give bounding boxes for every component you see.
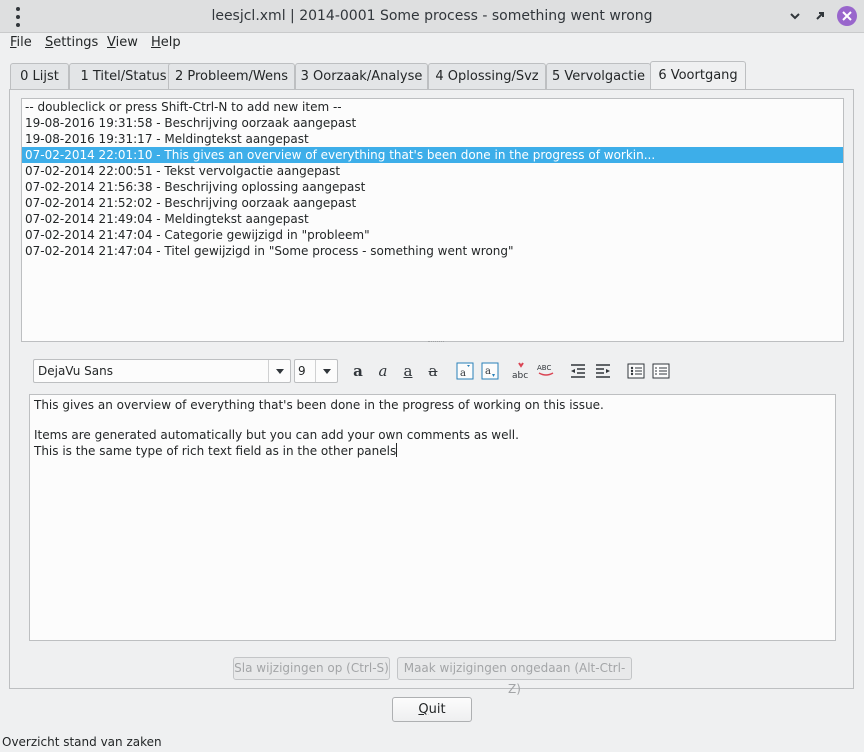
list-item-selected[interactable]: 07-02-2014 22:01:10 - This gives an over… — [22, 147, 843, 163]
uppercase-icon[interactable]: ABC — [535, 360, 557, 382]
strikethrough-icon[interactable]: a — [422, 360, 444, 382]
undo-changes-button[interactable]: Maak wijzigingen ongedaan (Alt-Ctrl-Z) — [397, 657, 632, 696]
save-changes-button[interactable]: Sla wijzigingen op (Ctrl-S) — [233, 657, 390, 680]
window-title: leesjcl.xml | 2014-0001 Some process - s… — [211, 8, 653, 24]
bullet-list-icon[interactable] — [625, 360, 647, 382]
list-item[interactable]: 07-02-2014 21:47:04 - Titel gewijzigd in… — [22, 243, 843, 259]
close-icon[interactable] — [837, 6, 857, 26]
italic-icon[interactable]: a — [372, 360, 394, 382]
underline-icon[interactable]: a — [397, 360, 419, 382]
title-bar: leesjcl.xml | 2014-0001 Some process - s… — [0, 0, 864, 33]
rich-text-editor[interactable]: This gives an overview of everything tha… — [29, 394, 836, 641]
bold-icon[interactable]: a — [347, 360, 369, 382]
editor-line: Items are generated automatically but yo… — [34, 428, 519, 442]
editor-line-last: This is the same type of rich text field… — [34, 443, 398, 458]
restore-icon[interactable] — [812, 8, 828, 24]
spellcheck-icon[interactable]: abc — [510, 360, 532, 382]
svg-text:a: a — [460, 368, 466, 379]
font-family-select[interactable]: DejaVu Sans — [33, 359, 291, 383]
progress-list[interactable]: -- doubleclick or press Shift-Ctrl-N to … — [21, 98, 844, 342]
tab-vervolgactie[interactable]: 5 Vervolgactie — [546, 63, 651, 90]
text-caret — [396, 443, 398, 457]
minimize-icon[interactable] — [787, 8, 803, 24]
status-bar-text: Overzicht stand van zaken — [2, 735, 162, 749]
list-item[interactable]: 19-08-2016 19:31:17 - Meldingtekst aange… — [22, 131, 843, 147]
list-item[interactable]: 19-08-2016 19:31:58 - Beschrijving oorza… — [22, 115, 843, 131]
tab-probleem-wens[interactable]: 2 Probleem/Wens — [168, 63, 295, 90]
font-size-value: 9 — [298, 364, 306, 378]
voortgang-panel: -- doubleclick or press Shift-Ctrl-N to … — [9, 89, 854, 696]
editor-line: This gives an overview of everything tha… — [34, 398, 604, 412]
menu-settings[interactable]: Settings — [45, 35, 98, 50]
chevron-down-icon[interactable] — [315, 360, 337, 382]
chevron-down-icon[interactable] — [268, 360, 290, 382]
menu-file[interactable]: File — [10, 35, 32, 50]
svg-text:abc: abc — [512, 371, 528, 381]
list-item[interactable]: 07-02-2014 21:56:38 - Beschrijving oplos… — [22, 179, 843, 195]
list-item[interactable]: -- doubleclick or press Shift-Ctrl-N to … — [22, 99, 843, 115]
editor-line — [34, 413, 831, 428]
numbered-list-icon[interactable] — [650, 360, 672, 382]
font-size-select[interactable]: 9 — [294, 359, 338, 383]
menu-bar: File Settings View Help — [0, 33, 864, 53]
list-item[interactable]: 07-02-2014 21:49:04 - Meldingtekst aange… — [22, 211, 843, 227]
indent-more-icon[interactable] — [592, 360, 614, 382]
svg-text:ABC: ABC — [537, 364, 551, 372]
menu-help[interactable]: Help — [151, 35, 181, 50]
tab-voortgang[interactable]: 6 Voortgang — [650, 61, 746, 90]
tab-oorzaak-analyse[interactable]: 3 Oorzaak/Analyse — [295, 63, 428, 90]
subscript-icon[interactable]: a — [479, 360, 501, 382]
indent-less-icon[interactable] — [567, 360, 589, 382]
svg-text:a: a — [485, 366, 491, 377]
list-item[interactable]: 07-02-2014 21:52:02 - Beschrijving oorza… — [22, 195, 843, 211]
list-item[interactable]: 07-02-2014 22:00:51 - Tekst vervolgactie… — [22, 163, 843, 179]
superscript-icon[interactable]: a — [454, 360, 476, 382]
tab-oplossing-svz[interactable]: 4 Oplossing/Svz — [428, 63, 546, 90]
tab-lijst[interactable]: 0 Lijst — [10, 63, 69, 90]
menu-view[interactable]: View — [107, 35, 138, 50]
font-family-value: DejaVu Sans — [38, 364, 113, 378]
tab-titel-status[interactable]: 1 Titel/Status — [69, 63, 178, 90]
quit-button[interactable]: Quit — [392, 697, 472, 722]
format-toolbar: DejaVu Sans 9 a a a a a a abc ABC — [33, 359, 833, 383]
list-item[interactable]: 07-02-2014 21:47:04 - Categorie gewijzig… — [22, 227, 843, 243]
splitter-handle[interactable] — [428, 341, 444, 344]
